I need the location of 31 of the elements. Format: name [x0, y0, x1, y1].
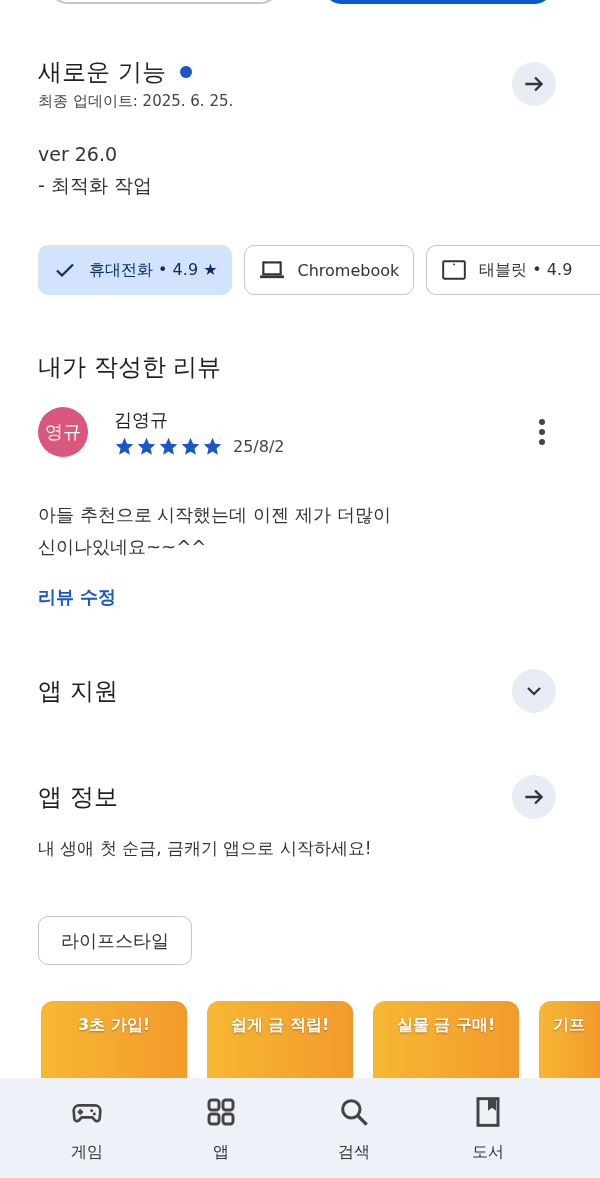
review-text: 아들 추천으로 시작했는데 이젠 제가 더많이 신이나있네요~~^^ — [38, 503, 392, 559]
arrow-button[interactable] — [512, 775, 556, 819]
star-icon — [180, 435, 201, 457]
section-title: 새로운 기능 — [38, 57, 166, 88]
release-note: ver 26.0 — [38, 142, 119, 167]
category-chip[interactable]: 라이프스타일 — [38, 916, 192, 965]
more-vert-icon — [539, 419, 545, 445]
device-chip[interactable]: 태블릿 • 4.9 — [426, 245, 600, 295]
nav-tab[interactable]: 게임 — [20, 1078, 154, 1178]
star-icon — [114, 435, 135, 457]
section-title: 내가 작성한 리뷰 — [38, 352, 223, 383]
star-icon — [158, 435, 179, 457]
avatar: 영규 — [38, 407, 88, 457]
update-date: 최종 업데이트: 2025. 6. 25. — [38, 92, 234, 111]
edit-review-link[interactable]: 리뷰 수정 — [38, 585, 117, 609]
section-title: 앱 지원 — [38, 676, 118, 707]
app-description: 내 생애 첫 순금, 금캐기 앱으로 시작하세요! — [38, 837, 373, 860]
release-note: - 최적화 작업 — [38, 173, 153, 198]
device-chip[interactable]: 휴대전화 • 4.9 ★ — [38, 245, 233, 295]
device-chip[interactable]: Chromebook — [244, 245, 415, 295]
search-icon — [338, 1096, 371, 1128]
review-date: 25/8/2 — [233, 436, 285, 456]
star-icon — [202, 435, 223, 457]
tablet-icon — [441, 257, 468, 283]
nav-tab[interactable]: 도서 — [421, 1078, 555, 1178]
arrow-button[interactable] — [512, 61, 556, 106]
reviewer-name: 김영규 — [114, 407, 169, 432]
star-icon — [136, 435, 157, 457]
nav-tab[interactable]: 검색 — [287, 1078, 422, 1178]
nav-tab[interactable]: 앱 — [153, 1078, 288, 1178]
section-title: 앱 정보 — [38, 782, 118, 813]
